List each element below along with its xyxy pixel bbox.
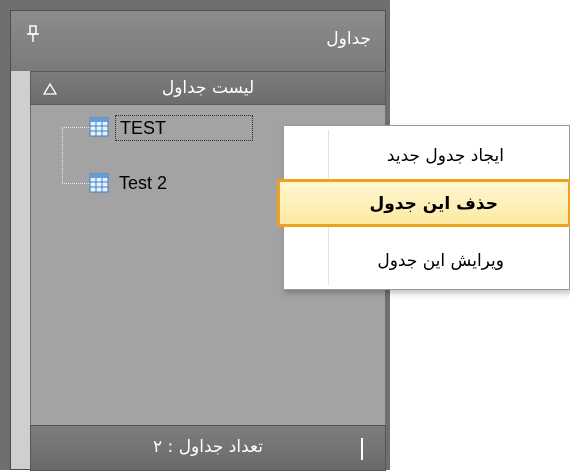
- menu-item-label: حذف این جدول: [369, 194, 498, 214]
- footer-divider: [361, 438, 363, 460]
- menu-item-create-table[interactable]: ایجاد جدول جدید: [284, 134, 569, 182]
- tree-line: [62, 127, 63, 183]
- table-count-label: تعداد جداول : ۲: [153, 437, 263, 457]
- tree-item-label: Test 2: [119, 173, 168, 193]
- table-list-section-header[interactable]: لیست جداول: [30, 71, 386, 105]
- tree-item-label: TEST: [115, 115, 254, 141]
- tree-line: [62, 183, 89, 184]
- table-icon: [89, 117, 109, 137]
- collapse-up-icon[interactable]: [42, 81, 58, 95]
- menu-item-label: ایجاد جدول جدید: [386, 146, 504, 166]
- panel-title: جداول: [326, 29, 371, 49]
- tree-line: [62, 127, 89, 128]
- panel-footer: تعداد جداول : ۲: [30, 425, 386, 471]
- menu-item-label: ویرایش این جدول: [377, 251, 504, 271]
- context-menu: ایجاد جدول جدید حذف این جدول ویرایش این …: [277, 125, 570, 290]
- pin-icon[interactable]: [26, 25, 40, 43]
- panel-header: جداول: [11, 11, 385, 71]
- section-title: لیست جداول: [161, 78, 255, 98]
- menu-item-delete-table[interactable]: حذف این جدول: [277, 179, 570, 227]
- menu-item-edit-table[interactable]: ویرایش این جدول: [284, 239, 569, 287]
- table-icon: [89, 173, 109, 193]
